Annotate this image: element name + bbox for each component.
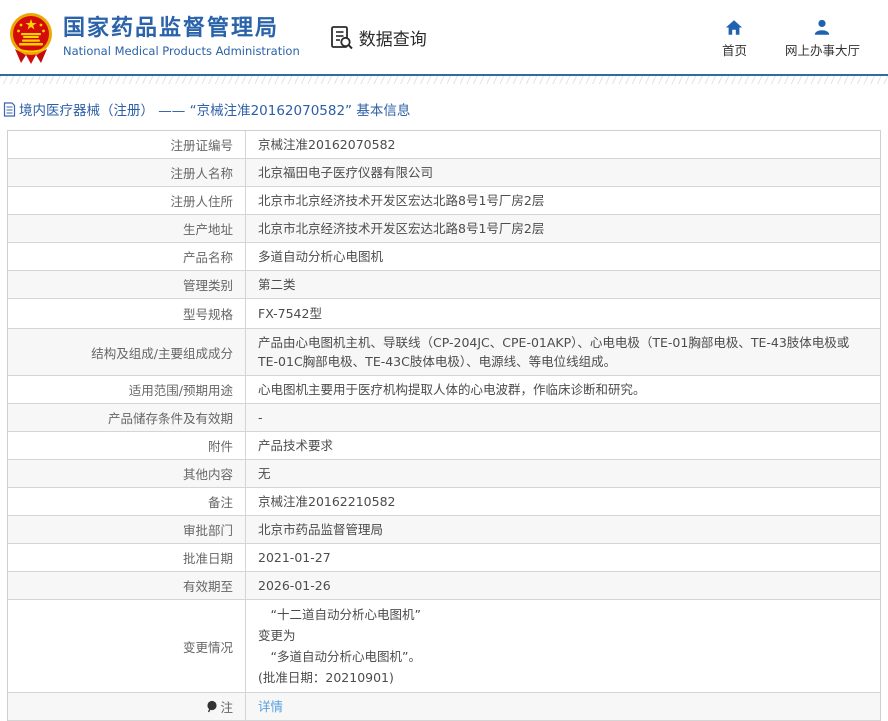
table-row-storage-validity: 产品储存条件及有效期 -: [8, 404, 880, 432]
nav-service-hall-label: 网上办事大厅: [785, 40, 860, 59]
table-row-other-content: 其他内容 无: [8, 460, 880, 488]
change-line: “多道自动分析心电图机”。: [258, 646, 421, 667]
row-value: 产品由心电图机主机、导联线（CP-204JC、CPE-01AKP）、心电电极（T…: [246, 329, 880, 375]
row-value: 京械注准20162210582: [246, 488, 880, 515]
stripe-divider: [0, 76, 888, 84]
table-row-model-spec: 型号规格 FX-7542型: [8, 299, 880, 329]
breadcrumb-text: 境内医疗器械（注册） —— “京械注准20162070582” 基本信息: [19, 99, 410, 119]
row-label: 结构及组成/主要组成成分: [8, 329, 246, 375]
site-logo[interactable]: 国家药品监督管理局 National Medical Products Admi…: [9, 9, 300, 65]
table-row-product-name: 产品名称 多道自动分析心电图机: [8, 243, 880, 271]
table-row-change-status: 变更情况 “十二道自动分析心电图机” 变更为 “多道自动分析心电图机”。 (批准…: [8, 600, 880, 693]
breadcrumb: 境内医疗器械（注册） —— “京械注准20162070582” 基本信息: [3, 97, 888, 121]
table-row-note: 注 详情: [8, 693, 880, 721]
row-label: 注册证编号: [8, 131, 246, 158]
table-row-remarks: 备注 京械注准20162210582: [8, 488, 880, 516]
row-label: 批准日期: [8, 544, 246, 571]
data-query-label: 数据查询: [359, 25, 427, 50]
national-emblem-icon: [9, 11, 53, 65]
row-value: 北京市药品监督管理局: [246, 516, 880, 543]
row-label: 管理类别: [8, 271, 246, 298]
nav-home-label: 首页: [722, 40, 747, 59]
table-row-intended-use: 适用范围/预期用途 心电图机主要用于医疗机构提取人体的心电波群，作临床诊断和研究…: [8, 376, 880, 404]
change-line: “十二道自动分析心电图机”: [258, 604, 421, 625]
row-label: 产品名称: [8, 243, 246, 270]
table-row-approval-department: 审批部门 北京市药品监督管理局: [8, 516, 880, 544]
nav-home[interactable]: 首页: [722, 19, 747, 59]
row-label: 审批部门: [8, 516, 246, 543]
row-value: -: [246, 404, 880, 431]
row-label: 有效期至: [8, 572, 246, 599]
row-label: 产品储存条件及有效期: [8, 404, 246, 431]
row-label: 注册人名称: [8, 159, 246, 186]
site-title: 国家药品监督管理局: [63, 16, 300, 42]
row-label: 附件: [8, 432, 246, 459]
header-nav: 首页 网上办事大厅: [722, 19, 888, 59]
site-title-block: 国家药品监督管理局 National Medical Products Admi…: [63, 16, 300, 59]
row-value: 2021-01-27: [246, 544, 880, 571]
row-label: 备注: [8, 488, 246, 515]
row-value: 京械注准20162070582: [246, 131, 880, 158]
row-label: 适用范围/预期用途: [8, 376, 246, 403]
registration-info-table: 注册证编号 京械注准20162070582 注册人名称 北京福田电子医疗仪器有限…: [7, 130, 881, 721]
details-link[interactable]: 详情: [258, 697, 283, 716]
row-label: 注册人住所: [8, 187, 246, 214]
table-row-attachment: 附件 产品技术要求: [8, 432, 880, 460]
table-row-registrant-address: 注册人住所 北京市北京经济技术开发区宏达北路8号1号厂房2层: [8, 187, 880, 215]
row-value: 心电图机主要用于医疗机构提取人体的心电波群，作临床诊断和研究。: [246, 376, 880, 403]
table-row-valid-until: 有效期至 2026-01-26: [8, 572, 880, 600]
row-value: 北京福田电子医疗仪器有限公司: [246, 159, 880, 186]
row-value: 详情: [246, 693, 880, 720]
row-label: 型号规格: [8, 299, 246, 328]
note-label-text: 注: [220, 697, 233, 716]
nav-service-hall[interactable]: 网上办事大厅: [785, 19, 860, 59]
row-value: 产品技术要求: [246, 432, 880, 459]
table-row-production-address: 生产地址 北京市北京经济技术开发区宏达北路8号1号厂房2层: [8, 215, 880, 243]
row-value: 北京市北京经济技术开发区宏达北路8号1号厂房2层: [246, 215, 880, 242]
home-icon: [725, 19, 743, 36]
change-line: 变更为: [258, 625, 296, 646]
table-row-cert-number: 注册证编号 京械注准20162070582: [8, 131, 880, 159]
document-icon: [3, 102, 16, 117]
data-query-nav[interactable]: 数据查询: [328, 24, 427, 51]
row-label: 注: [8, 693, 246, 720]
person-icon: [813, 19, 831, 36]
row-label: 生产地址: [8, 215, 246, 242]
table-row-registrant-name: 注册人名称 北京福田电子医疗仪器有限公司: [8, 159, 880, 187]
table-row-management-class: 管理类别 第二类: [8, 271, 880, 299]
header: 国家药品监督管理局 National Medical Products Admi…: [0, 0, 888, 76]
table-row-structure-composition: 结构及组成/主要组成成分 产品由心电图机主机、导联线（CP-204JC、CPE-…: [8, 329, 880, 376]
row-value: “十二道自动分析心电图机” 变更为 “多道自动分析心电图机”。 (批准日期：20…: [246, 600, 880, 692]
doc-search-icon: [328, 24, 355, 51]
row-value: 多道自动分析心电图机: [246, 243, 880, 270]
row-value: 北京市北京经济技术开发区宏达北路8号1号厂房2层: [246, 187, 880, 214]
row-value: 2026-01-26: [246, 572, 880, 599]
row-value: FX-7542型: [246, 299, 880, 328]
note-icon: [206, 700, 218, 713]
row-label: 其他内容: [8, 460, 246, 487]
table-row-approval-date: 批准日期 2021-01-27: [8, 544, 880, 572]
row-value: 无: [246, 460, 880, 487]
site-subtitle: National Medical Products Administration: [63, 44, 300, 59]
row-value: 第二类: [246, 271, 880, 298]
row-label: 变更情况: [8, 600, 246, 692]
